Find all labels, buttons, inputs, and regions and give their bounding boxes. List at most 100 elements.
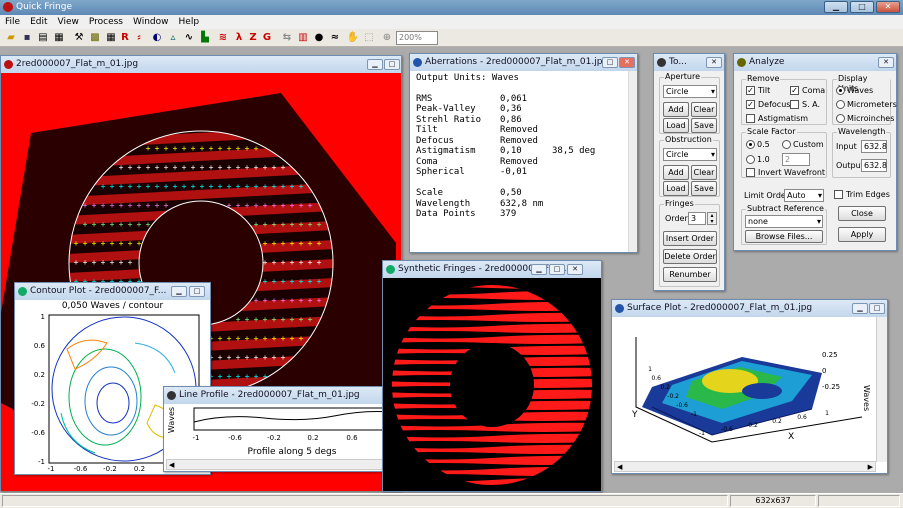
coma-checkbox[interactable]: ✓ [790, 86, 799, 95]
line-profile-titlebar[interactable]: Line Profile - 2red000007_Flat_m_01.jpg [164, 387, 394, 404]
limit-order-select[interactable]: Auto [784, 189, 824, 202]
fringe-point[interactable]: + [308, 201, 313, 210]
analyze-icon[interactable]: ▩ [88, 31, 102, 45]
fringe-point[interactable]: + [227, 334, 232, 343]
surface-minimize-button[interactable]: ▁ [852, 303, 868, 314]
fringe-point[interactable]: + [308, 277, 313, 286]
fringe-point[interactable]: + [164, 182, 169, 191]
surface-maximize-button[interactable]: □ [869, 303, 885, 314]
fringe-point[interactable]: + [227, 182, 232, 191]
surface-icon[interactable]: ▵ [166, 31, 180, 45]
fringe-point[interactable]: + [236, 163, 241, 172]
fringe-point[interactable]: + [155, 163, 160, 172]
fringe-point[interactable]: + [254, 372, 259, 381]
fringe-point[interactable]: + [281, 315, 286, 324]
fringe-point[interactable]: + [236, 372, 241, 381]
surface-vscroll[interactable] [876, 317, 887, 462]
fringe-point[interactable]: + [263, 277, 268, 286]
fringe-point[interactable]: + [128, 220, 133, 229]
fringe-point[interactable]: + [164, 163, 169, 172]
fringe-point[interactable]: + [92, 220, 97, 229]
line-profile-scrollbar[interactable]: ◀ [166, 459, 392, 470]
r-icon[interactable]: R [118, 31, 132, 45]
fringe-point[interactable]: + [272, 296, 277, 305]
fringe-point[interactable]: + [272, 258, 277, 267]
fringe-point[interactable]: + [272, 334, 277, 343]
contour-minimize-button[interactable]: ▁ [171, 286, 187, 297]
fringe-point[interactable]: + [254, 334, 259, 343]
surface-titlebar[interactable]: Surface Plot - 2red000007_Flat_m_01.jpg … [612, 300, 887, 317]
fringe-point[interactable]: + [236, 353, 241, 362]
analyze-close-button[interactable]: ✕ [878, 57, 894, 68]
fringe-point[interactable]: + [227, 144, 232, 153]
fringe-point[interactable]: + [317, 220, 322, 229]
fringe-point[interactable]: + [281, 277, 286, 286]
fringe-point[interactable]: + [263, 220, 268, 229]
fringe-point[interactable]: + [200, 163, 205, 172]
fringe-point[interactable]: + [155, 182, 160, 191]
fringe-point[interactable]: + [173, 163, 178, 172]
fringe-icon[interactable]: ▥ [296, 31, 310, 45]
fringe-point[interactable]: + [164, 201, 169, 210]
fringe-point[interactable]: + [119, 201, 124, 210]
fringe-point[interactable]: + [74, 239, 79, 248]
units-micrometers-radio[interactable] [836, 100, 845, 109]
fringe-point[interactable]: + [317, 277, 322, 286]
fringe-point[interactable]: + [101, 258, 106, 267]
fringe-point[interactable]: + [128, 182, 133, 191]
fringe-point[interactable]: + [254, 296, 259, 305]
fringe-point[interactable]: + [272, 315, 277, 324]
fringe-point[interactable]: + [299, 296, 304, 305]
subtract-reference-select[interactable]: none [745, 215, 823, 228]
obstruction-clear-button[interactable]: Clear [691, 165, 717, 180]
fringe-point[interactable]: + [299, 201, 304, 210]
menu-help[interactable]: Help [174, 15, 205, 29]
fringe-point[interactable]: + [101, 182, 106, 191]
fringe-point[interactable]: + [110, 220, 115, 229]
obstruction-load-button[interactable]: Load [663, 181, 689, 196]
fringe-point[interactable]: + [83, 220, 88, 229]
fringe-point[interactable]: + [308, 296, 313, 305]
z-icon[interactable]: Z [246, 31, 260, 45]
synthetic-close-button[interactable]: ✕ [567, 264, 583, 275]
sigma-icon[interactable]: ⸗ [132, 31, 146, 45]
fringe-point[interactable]: + [119, 239, 124, 248]
fringe-point[interactable]: + [74, 258, 79, 267]
open-icon[interactable]: ▰ [4, 31, 18, 45]
fringe-point[interactable]: + [137, 163, 142, 172]
obstruction-select[interactable]: Circle [663, 148, 717, 161]
tools-close-button[interactable]: ✕ [706, 57, 722, 68]
fringe-point[interactable]: + [317, 239, 322, 248]
fringe-point[interactable]: + [137, 239, 142, 248]
fringe-point[interactable]: + [191, 182, 196, 191]
fringe-point[interactable]: + [146, 201, 151, 210]
contour-maximize-button[interactable]: □ [189, 286, 205, 297]
fringe-point[interactable]: + [281, 353, 286, 362]
fringe-point[interactable]: + [236, 334, 241, 343]
contour-titlebar[interactable]: Contour Plot - 2red000007_F... ▁ □ [15, 283, 210, 300]
fringe-point[interactable]: + [128, 258, 133, 267]
fringe-point[interactable]: + [308, 220, 313, 229]
units-microinches-radio[interactable] [836, 114, 845, 123]
menu-edit[interactable]: Edit [25, 15, 52, 29]
zoom-in-icon[interactable]: ⊕ [380, 31, 394, 45]
zoom-select[interactable]: 200% [396, 31, 438, 45]
fringe-point[interactable]: + [146, 182, 151, 191]
fringe-point[interactable]: + [227, 201, 232, 210]
fringe-point[interactable]: + [101, 201, 106, 210]
close-button[interactable]: ✕ [876, 1, 900, 13]
fringe-point[interactable]: + [218, 182, 223, 191]
crop-icon[interactable]: ⬚ [362, 31, 376, 45]
fringe-point[interactable]: + [308, 258, 313, 267]
profile-icon[interactable]: ∿ [182, 31, 196, 45]
fringe-point[interactable]: + [299, 239, 304, 248]
fringe-point[interactable]: + [263, 334, 268, 343]
fringe-point[interactable]: + [110, 201, 115, 210]
fringe-point[interactable]: + [110, 239, 115, 248]
fringe-point[interactable]: + [236, 182, 241, 191]
fringe-point[interactable]: + [119, 182, 124, 191]
tools-icon[interactable]: ⚒ [72, 31, 86, 45]
fringe-point[interactable]: + [263, 163, 268, 172]
fringe-point[interactable]: + [290, 334, 295, 343]
fringe-point[interactable]: + [164, 144, 169, 153]
